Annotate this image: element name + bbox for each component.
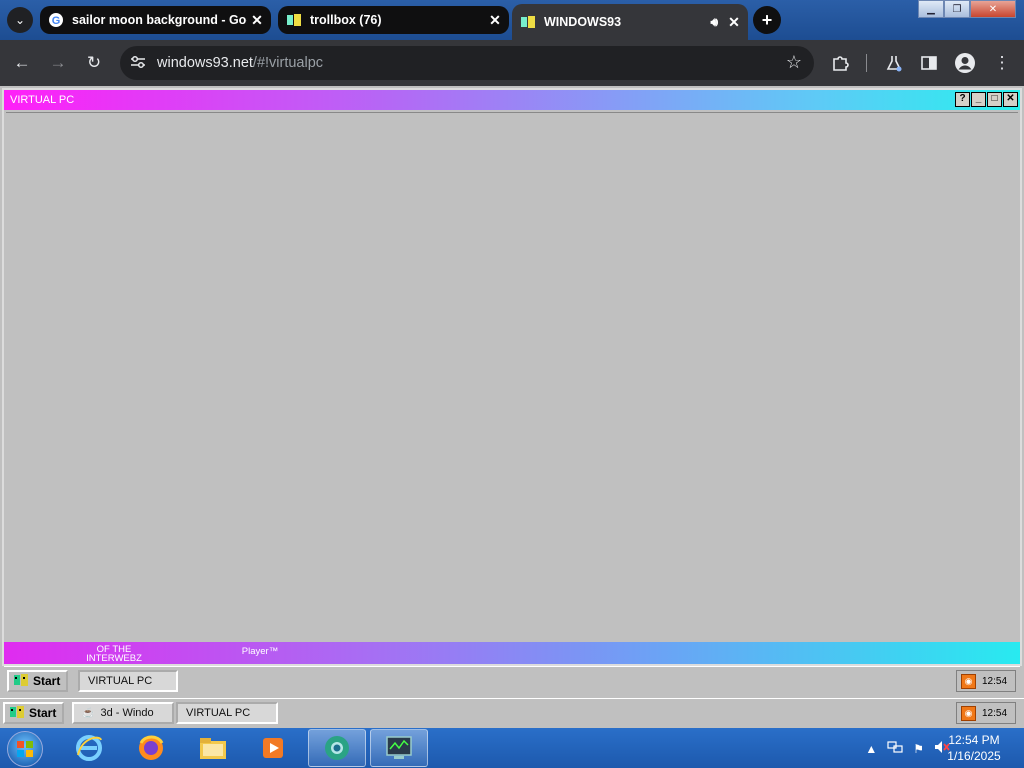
outer-tray: ◉ 12:54 (956, 702, 1016, 724)
minimize-window-button[interactable]: ▁ (918, 0, 944, 18)
internet-explorer-icon[interactable] (60, 729, 118, 767)
media-player-icon[interactable] (244, 729, 302, 767)
reload-icon[interactable]: ↻ (83, 52, 105, 74)
close-icon[interactable]: ✕ (247, 12, 267, 29)
window-controls: ▁ ❐ ✕ (918, 0, 1016, 18)
task-label: 3d - Windo (100, 707, 154, 719)
task-label: VIRTUAL PC (186, 707, 251, 719)
w93-logo-icon (9, 705, 25, 722)
tab-search-chevron-icon[interactable]: ⌄ (7, 7, 33, 33)
taskbar-clock[interactable]: 12:54 PM 1/16/2025 (934, 732, 1014, 764)
new-tab-button[interactable]: + (753, 6, 781, 34)
maximize-window-button[interactable]: ❐ (944, 0, 970, 18)
google-g-icon: G (48, 12, 64, 28)
tab-title: WINDOWS93 (544, 15, 622, 29)
address-bar[interactable]: windows93.net/#!virtualpc ☆ (120, 46, 814, 80)
url-host: windows93.net (157, 55, 253, 71)
close-icon[interactable]: ✕ (485, 12, 505, 29)
w93-icon (286, 12, 302, 28)
labs-flask-icon[interactable] (883, 52, 905, 74)
clock-date: 1/16/2025 (947, 749, 1001, 763)
tab-title: sailor moon background - Goo (72, 13, 247, 27)
minimize-button[interactable]: _ (971, 92, 986, 107)
browser-tab-strip: ⌄ G sailor moon background - Goo ✕ troll… (0, 0, 1024, 40)
outer-w93-taskbar: Start ☕ 3d - Windo VIRTUAL PC ◉ 12:54 (0, 698, 1024, 728)
rss-icon[interactable]: ◉ (961, 705, 976, 721)
toolbar-divider (866, 54, 867, 72)
w93-logo-icon (13, 673, 29, 690)
show-hidden-icons-icon[interactable]: ▲ (865, 742, 877, 756)
url-path: /#!virtualpc (252, 55, 324, 71)
url-text: windows93.net/#!virtualpc (157, 55, 323, 71)
site-info-icon[interactable] (130, 55, 152, 72)
forward-arrow-icon[interactable]: → (47, 52, 69, 74)
virtual-pc-bottom-bar: OF THE INTERWEBZ Player™ (4, 642, 1020, 664)
speaker-icon[interactable]: 🔊︎ (710, 15, 718, 30)
window-title: VIRTUAL PC (10, 94, 75, 106)
windows-taskbar: ▲ ⚑ 12:54 PM 1/16/2025 (0, 728, 1024, 768)
profile-avatar-icon[interactable] (954, 52, 976, 74)
window-titlebar[interactable]: VIRTUAL PC ? _ □ ✕ (4, 90, 1020, 110)
inner-w93-taskbar: Start VIRTUAL PC ◉ 12:54 (4, 666, 1020, 694)
inner-start-button[interactable]: Start (7, 670, 69, 692)
w93-icon (520, 14, 536, 30)
inner-clock: 12:54 (982, 675, 1008, 687)
firefox-icon[interactable] (122, 729, 180, 767)
inner-task-virtual-pc[interactable]: VIRTUAL PC (78, 670, 178, 692)
network-icon[interactable] (887, 740, 903, 757)
bottom-text-interwebz: OF THE INTERWEBZ (86, 644, 142, 664)
tab-sailor-moon[interactable]: G sailor moon background - Goo ✕ (40, 6, 271, 34)
rss-icon[interactable]: ◉ (961, 673, 976, 689)
windows-start-orb-icon[interactable] (7, 731, 43, 767)
browser-toolbar: ← → ↻ windows93.net/#!virtualpc ☆ ⋮ (0, 40, 1024, 86)
start-label: Start (33, 674, 61, 688)
file-explorer-icon[interactable] (184, 729, 242, 767)
side-panel-icon[interactable] (918, 52, 940, 74)
task-manager-icon[interactable] (370, 729, 428, 767)
close-icon[interactable]: ✕ (724, 14, 744, 31)
clock-time: 12:54 PM (948, 733, 1000, 747)
virtual-pc-screen[interactable] (6, 112, 1018, 642)
back-arrow-icon[interactable]: ← (11, 52, 33, 74)
outer-task-virtual-pc[interactable]: VIRTUAL PC (176, 702, 278, 724)
menu-kebab-icon[interactable]: ⋮ (991, 52, 1013, 74)
action-center-flag-icon[interactable]: ⚑ (913, 742, 924, 756)
svg-text:G: G (52, 15, 61, 27)
bookmark-star-icon[interactable]: ☆ (786, 52, 802, 73)
start-label: Start (29, 706, 57, 720)
chrome-taskbar-icon[interactable] (308, 729, 366, 767)
outer-task-3d-windows[interactable]: ☕ 3d - Windo (72, 702, 174, 724)
inner-tray: ◉ 12:54 (956, 670, 1016, 692)
close-button[interactable]: ✕ (1003, 92, 1018, 107)
window-buttons: ? _ □ ✕ (955, 92, 1018, 107)
task-label: VIRTUAL PC (88, 675, 153, 687)
tab-windows93[interactable]: WINDOWS93 🔊︎ ✕ (512, 4, 748, 40)
maximize-button[interactable]: □ (987, 92, 1002, 107)
tab-title: trollbox (76) (310, 13, 382, 27)
tab-trollbox[interactable]: trollbox (76) ✕ (278, 6, 509, 34)
cup-icon: ☕ (82, 707, 95, 719)
help-button[interactable]: ? (955, 92, 970, 107)
virtual-pc-window: VIRTUAL PC ? _ □ ✕ OF THE INTERWEBZ Play… (2, 88, 1022, 666)
close-window-button[interactable]: ✕ (970, 0, 1016, 18)
bottom-text-player: Player™ (241, 646, 279, 657)
outer-clock: 12:54 (982, 707, 1008, 719)
extensions-puzzle-icon[interactable] (829, 52, 851, 74)
outer-start-button[interactable]: Start (3, 702, 65, 724)
